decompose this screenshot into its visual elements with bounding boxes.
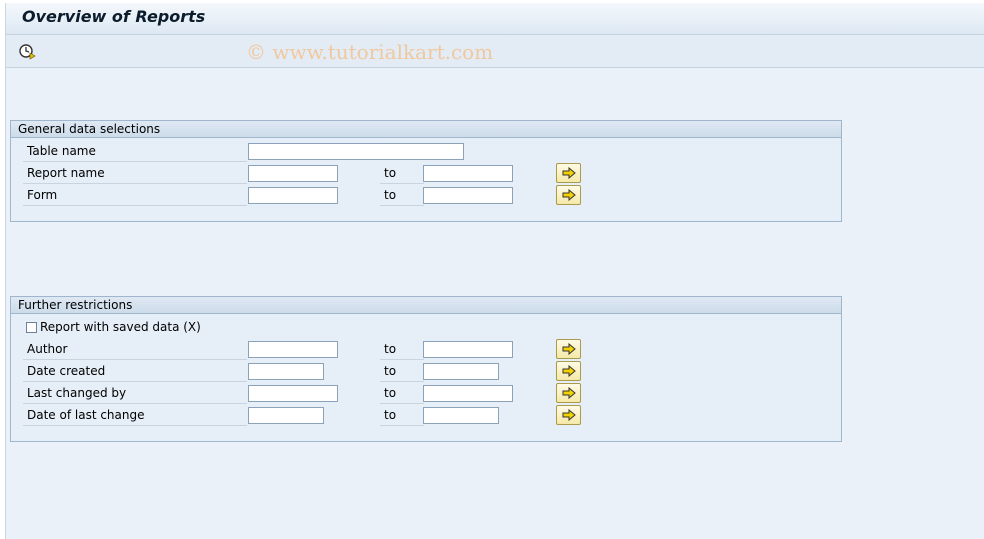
date-last-change-to-input[interactable] xyxy=(423,407,499,424)
form-from-input[interactable] xyxy=(248,187,338,204)
date-last-change-label: Date of last change xyxy=(23,405,247,426)
arrow-right-icon xyxy=(562,365,576,377)
date-created-label: Date created xyxy=(23,361,247,382)
report-name-from-input[interactable] xyxy=(248,165,338,182)
clock-execute-icon[interactable] xyxy=(18,42,36,60)
report-name-multiple-selection-button[interactable] xyxy=(556,163,581,183)
date-created-multiple-selection-button[interactable] xyxy=(556,361,581,381)
watermark-text: © www.tutorialkart.com xyxy=(246,40,494,64)
table-name-input[interactable] xyxy=(248,143,464,160)
author-label: Author xyxy=(23,339,247,360)
report-name-to-input[interactable] xyxy=(423,165,513,182)
application-toolbar: © www.tutorialkart.com xyxy=(6,35,984,68)
form-to-input[interactable] xyxy=(423,187,513,204)
last-changed-by-to-input[interactable] xyxy=(423,385,513,402)
last-changed-by-multiple-selection-button[interactable] xyxy=(556,383,581,403)
group-header: Further restrictions xyxy=(11,297,841,314)
author-multiple-selection-button[interactable] xyxy=(556,339,581,359)
date-last-change-to-label: to xyxy=(380,405,424,426)
last-changed-by-to-label: to xyxy=(380,383,424,404)
further-restrictions-group: Further restrictions Report with saved d… xyxy=(10,296,842,442)
author-to-input[interactable] xyxy=(423,341,513,358)
title-bar: Overview of Reports xyxy=(6,3,984,35)
author-to-label: to xyxy=(380,339,424,360)
general-data-selections-group: General data selections Table name Repor… xyxy=(10,120,842,222)
report-name-label: Report name xyxy=(23,163,247,184)
last-changed-by-label: Last changed by xyxy=(23,383,247,404)
saved-data-label: Report with saved data (X) xyxy=(40,320,201,334)
report-name-to-label: to xyxy=(380,163,424,184)
arrow-right-icon xyxy=(562,387,576,399)
date-created-to-input[interactable] xyxy=(423,363,499,380)
date-last-change-from-input[interactable] xyxy=(248,407,324,424)
last-changed-by-from-input[interactable] xyxy=(248,385,338,402)
page-title: Overview of Reports xyxy=(22,7,206,26)
date-created-from-input[interactable] xyxy=(248,363,324,380)
arrow-right-icon xyxy=(562,189,576,201)
arrow-right-icon xyxy=(562,409,576,421)
date-created-to-label: to xyxy=(380,361,424,382)
arrow-right-icon xyxy=(562,167,576,179)
author-from-input[interactable] xyxy=(248,341,338,358)
arrow-right-icon xyxy=(562,343,576,355)
form-multiple-selection-button[interactable] xyxy=(556,185,581,205)
sap-window: Overview of Reports © www.tutorialkart.c… xyxy=(5,3,984,539)
date-last-change-multiple-selection-button[interactable] xyxy=(556,405,581,425)
table-name-label: Table name xyxy=(23,141,247,162)
saved-data-checkbox[interactable] xyxy=(26,322,37,333)
form-to-label: to xyxy=(380,185,424,206)
form-label: Form xyxy=(23,185,247,206)
group-header: General data selections xyxy=(11,121,841,138)
